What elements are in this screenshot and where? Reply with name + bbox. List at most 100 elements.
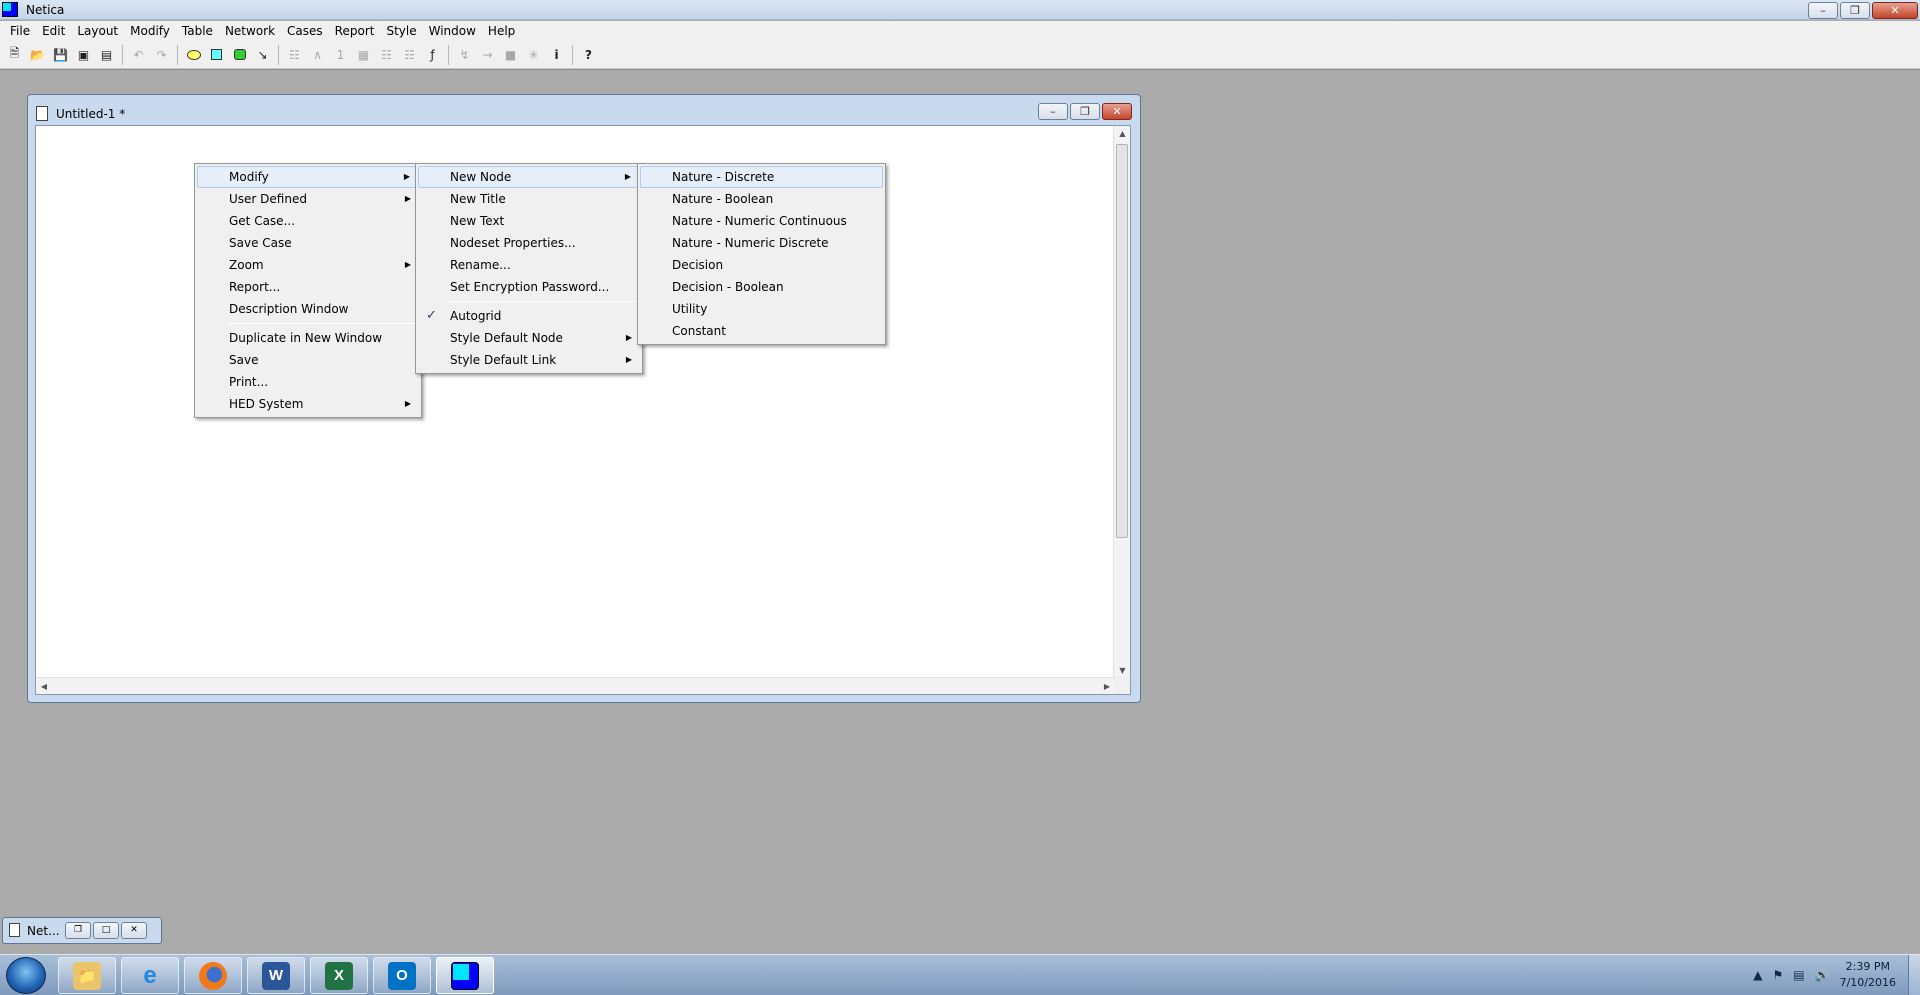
vertical-scrollbar[interactable]: ▲ ▼ — [1113, 126, 1130, 679]
modify-item-style-default-link[interactable]: Style Default Link ▶ — [418, 349, 640, 371]
minimized-close-button[interactable]: ✕ — [121, 922, 147, 939]
start-button[interactable] — [6, 957, 46, 994]
save-all-icon[interactable]: ▣ — [73, 44, 94, 65]
menu-edit[interactable]: Edit — [36, 24, 71, 38]
word-taskbar-button[interactable]: W — [247, 957, 305, 994]
firefox-taskbar-button[interactable] — [184, 957, 242, 994]
menu-report[interactable]: Report — [329, 24, 381, 38]
modify-item-encryption-password[interactable]: Set Encryption Password... — [418, 276, 640, 298]
action-center-flag-icon[interactable]: ⚑ — [1773, 968, 1784, 982]
menu-modify[interactable]: Modify — [124, 24, 176, 38]
context-item-user-defined[interactable]: User Defined ▶ — [197, 188, 419, 210]
vertical-scroll-thumb[interactable] — [1116, 144, 1128, 538]
one-icon[interactable]: 1 — [330, 44, 351, 65]
open-cases-icon[interactable]: ▤ — [96, 44, 117, 65]
help-icon[interactable]: ? — [578, 44, 599, 65]
scroll-left-icon[interactable]: ◀ — [36, 678, 52, 695]
new-node-item-nature-numeric-discrete[interactable]: Nature - Numeric Discrete — [640, 232, 883, 254]
utility-node-tool-icon[interactable] — [229, 44, 250, 65]
new-node-item-utility[interactable]: Utility — [640, 298, 883, 320]
absorb-icon[interactable]: ∧ — [307, 44, 328, 65]
link-tool-icon[interactable]: ↘ — [252, 44, 273, 65]
modify-item-new-text[interactable]: New Text — [418, 210, 640, 232]
modify-item-autogrid[interactable]: ✓ Autogrid — [418, 305, 640, 327]
volume-icon[interactable]: 🔊 — [1815, 968, 1830, 982]
modify-submenu: New Node ▶ New Title New Text Nodeset Pro… — [415, 163, 643, 374]
new-node-item-decision[interactable]: Decision — [640, 254, 883, 276]
menu-cases[interactable]: Cases — [281, 24, 329, 38]
new-node-item-nature-numeric-continuous[interactable]: Nature - Numeric Continuous — [640, 210, 883, 232]
menu-network[interactable]: Network — [219, 24, 281, 38]
context-item-zoom[interactable]: Zoom ▶ — [197, 254, 419, 276]
context-item-report[interactable]: Report... — [197, 276, 419, 298]
modify-item-style-default-node[interactable]: Style Default Node ▶ — [418, 327, 640, 349]
modify-item-new-title[interactable]: New Title — [418, 188, 640, 210]
redo-icon[interactable]: ↷ — [151, 44, 172, 65]
lightning-icon[interactable]: ↯ — [454, 44, 475, 65]
save-icon[interactable]: 💾 — [50, 44, 71, 65]
modify-item-new-node[interactable]: New Node ▶ — [418, 166, 640, 188]
open-folder-icon[interactable]: 📂 — [27, 44, 48, 65]
size-grip[interactable] — [1113, 677, 1130, 694]
explorer-taskbar-button[interactable]: 📁 — [58, 957, 116, 994]
menu-item-label: Modify — [229, 170, 269, 184]
toolbar-separator — [572, 44, 573, 65]
most-probable-icon[interactable]: ☷ — [376, 44, 397, 65]
show-hidden-icons-icon[interactable]: ▲ — [1753, 968, 1762, 982]
menu-window[interactable]: Window — [423, 24, 482, 38]
equation-icon[interactable]: ƒ — [422, 44, 443, 65]
menu-help[interactable]: Help — [482, 24, 521, 38]
netica-taskbar-button[interactable] — [436, 957, 494, 994]
findings-icon[interactable]: ☷ — [399, 44, 420, 65]
menu-item-label: Print... — [229, 375, 269, 389]
child-close-button[interactable]: ✕ — [1102, 103, 1132, 120]
outlook-taskbar-button[interactable]: O — [373, 957, 431, 994]
new-node-item-constant[interactable]: Constant — [640, 320, 883, 342]
clock[interactable]: 2:39 PM 7/10/2016 — [1840, 959, 1896, 991]
horizontal-scrollbar[interactable]: ◀ ▶ — [36, 677, 1115, 694]
scroll-up-icon[interactable]: ▲ — [1114, 126, 1131, 142]
new-file-icon[interactable]: 🗎 — [4, 44, 25, 65]
restore-button[interactable]: ❐ — [1840, 2, 1870, 19]
context-item-description-window[interactable]: Description Window — [197, 298, 419, 320]
child-minimize-button[interactable]: – — [1038, 103, 1068, 120]
square-icon[interactable]: ■ — [500, 44, 521, 65]
new-node-item-decision-boolean[interactable]: Decision - Boolean — [640, 276, 883, 298]
context-item-save-case[interactable]: Save Case — [197, 232, 419, 254]
modify-item-nodeset-properties[interactable]: Nodeset Properties... — [418, 232, 640, 254]
menu-item-label: Save — [229, 353, 259, 367]
context-item-save[interactable]: Save — [197, 349, 419, 371]
minimized-maximize-button[interactable]: □ — [93, 922, 119, 939]
star-icon[interactable]: ✳ — [523, 44, 544, 65]
undo-icon[interactable]: ↶ — [128, 44, 149, 65]
context-item-modify[interactable]: Modify ▶ — [197, 166, 419, 188]
excel-taskbar-button[interactable]: X — [310, 957, 368, 994]
network-icon[interactable]: ▤ — [1793, 968, 1804, 982]
show-desktop-button[interactable] — [1908, 955, 1920, 995]
table-icon[interactable]: ▦ — [353, 44, 374, 65]
new-node-item-nature-boolean[interactable]: Nature - Boolean — [640, 188, 883, 210]
new-node-item-nature-discrete[interactable]: Nature - Discrete — [640, 166, 883, 188]
menu-item-label: New Node — [450, 170, 512, 184]
context-item-hed-system[interactable]: HED System ▶ — [197, 393, 419, 415]
nature-node-tool-icon[interactable] — [183, 44, 204, 65]
minimize-button[interactable]: – — [1808, 2, 1838, 19]
menu-layout[interactable]: Layout — [71, 24, 124, 38]
decision-node-tool-icon[interactable] — [206, 44, 227, 65]
modify-item-rename[interactable]: Rename... — [418, 254, 640, 276]
menu-file[interactable]: File — [4, 24, 36, 38]
minimized-restore-button[interactable]: ❐ — [65, 922, 91, 939]
minimized-net-window[interactable]: Net... ❐ □ ✕ — [2, 917, 162, 944]
arrow-right-icon[interactable]: → — [477, 44, 498, 65]
info-icon[interactable]: i — [546, 44, 567, 65]
submenu-arrow-icon: ▶ — [624, 172, 631, 181]
child-restore-button[interactable]: ❐ — [1070, 103, 1100, 120]
close-button[interactable]: ✕ — [1872, 2, 1918, 19]
compile-icon[interactable]: ☷ — [284, 44, 305, 65]
menu-style[interactable]: Style — [380, 24, 422, 38]
context-item-get-case[interactable]: Get Case... — [197, 210, 419, 232]
context-item-print[interactable]: Print... — [197, 371, 419, 393]
ie-taskbar-button[interactable]: e — [121, 957, 179, 994]
menu-table[interactable]: Table — [176, 24, 219, 38]
context-item-duplicate-window[interactable]: Duplicate in New Window — [197, 327, 419, 349]
